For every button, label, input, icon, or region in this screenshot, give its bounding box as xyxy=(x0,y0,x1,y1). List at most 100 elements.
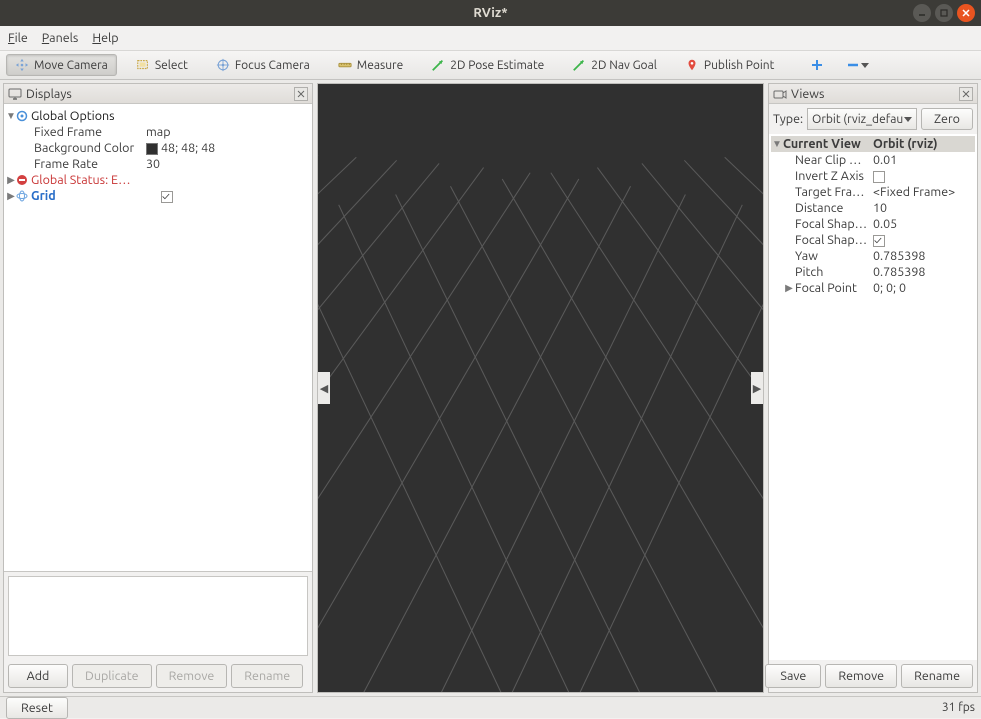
type-select[interactable]: Orbit (rviz_defau xyxy=(807,108,917,130)
views-panel: Views Type: Orbit (rviz_defau Zero ▼ Cur… xyxy=(768,83,978,693)
invert-z-label[interactable]: Invert Z Axis xyxy=(795,168,871,184)
tree-global-status[interactable]: Global Status: E… xyxy=(31,172,159,188)
pitch-value[interactable]: 0.785398 xyxy=(871,264,975,280)
chevron-down-icon xyxy=(861,60,869,70)
tree-grid[interactable]: Grid xyxy=(31,188,159,204)
yaw-label[interactable]: Yaw xyxy=(795,248,871,264)
views-panel-title[interactable]: Views xyxy=(769,84,977,104)
fps-indicator: 31 fps xyxy=(942,701,975,714)
focal-shape-fixed-label[interactable]: Focal Shap… xyxy=(795,232,871,248)
focal-point-label[interactable]: Focal Point xyxy=(795,280,871,296)
expand-arrow-icon[interactable]: ▶ xyxy=(783,280,795,296)
viewport-nav-right[interactable]: ▶ xyxy=(751,372,763,404)
displays-panel-title[interactable]: Displays xyxy=(4,84,312,104)
grid-checkbox[interactable] xyxy=(161,191,173,203)
tree-fixed-frame-value[interactable]: map xyxy=(144,124,310,140)
rename-button: Rename xyxy=(231,664,303,688)
color-swatch xyxy=(146,143,158,155)
tool-measure[interactable]: Measure xyxy=(329,54,412,76)
tool-add-button[interactable] xyxy=(804,56,830,74)
tool-move-camera[interactable]: Move Camera xyxy=(6,54,117,76)
tool-publish-point[interactable]: Publish Point xyxy=(676,54,783,76)
current-view-value[interactable]: Orbit (rviz) xyxy=(871,136,975,152)
window-minimize-button[interactable] xyxy=(913,4,931,22)
viewport-panel: ◀ ▶ xyxy=(317,83,764,693)
window-title: RViz* xyxy=(473,6,507,20)
window-maximize-button[interactable] xyxy=(935,4,953,22)
publish-point-icon xyxy=(685,58,699,72)
menu-bar: File Panels Help xyxy=(0,26,981,50)
yaw-value[interactable]: 0.785398 xyxy=(871,248,975,264)
maximize-icon xyxy=(939,8,949,18)
duplicate-button: Duplicate xyxy=(72,664,152,688)
chevron-right-icon: ▶ xyxy=(753,382,761,395)
distance-label[interactable]: Distance xyxy=(795,200,871,216)
expand-arrow-icon[interactable]: ▶ xyxy=(6,188,16,204)
pitch-label[interactable]: Pitch xyxy=(795,264,871,280)
views-remove-button[interactable]: Remove xyxy=(825,664,897,688)
grid-icon xyxy=(16,190,28,202)
views-save-button[interactable]: Save xyxy=(765,664,821,688)
viewport-nav-left[interactable]: ◀ xyxy=(318,372,330,404)
tree-frame-rate-value[interactable]: 30 xyxy=(144,156,310,172)
expand-arrow-icon[interactable]: ▼ xyxy=(6,108,16,124)
tree-background-value[interactable]: 48; 48; 48 xyxy=(144,140,310,156)
current-view-label[interactable]: Current View xyxy=(783,136,871,152)
tool-remove-button[interactable] xyxy=(840,58,875,72)
focal-shape-size-label[interactable]: Focal Shap… xyxy=(795,216,871,232)
invert-z-checkbox[interactable] xyxy=(873,171,885,183)
grid-render xyxy=(318,84,763,692)
expand-arrow-icon[interactable]: ▼ xyxy=(771,136,783,152)
3d-viewport[interactable] xyxy=(318,84,763,692)
menu-panels[interactable]: Panels xyxy=(42,31,79,45)
tool-select[interactable]: Select xyxy=(127,54,197,76)
target-frame-label[interactable]: Target Fra… xyxy=(795,184,871,200)
status-bar: Reset 31 fps xyxy=(0,696,981,718)
near-clip-label[interactable]: Near Clip … xyxy=(795,152,871,168)
chevron-down-icon xyxy=(904,115,912,123)
tree-global-options[interactable]: Global Options xyxy=(31,108,159,124)
expand-arrow-icon[interactable]: ▶ xyxy=(6,172,16,188)
focal-point-value[interactable]: 0; 0; 0 xyxy=(871,280,975,296)
displays-tree[interactable]: ▼ Global Options Fixed Frame map Backgro… xyxy=(4,104,312,572)
close-icon xyxy=(961,8,971,18)
type-label: Type: xyxy=(773,112,803,126)
minimize-icon xyxy=(917,8,927,18)
reset-button[interactable]: Reset xyxy=(6,697,68,719)
displays-panel: Displays ▼ Global Options Fixed Frame ma… xyxy=(3,83,313,693)
tree-background-label[interactable]: Background Color xyxy=(34,140,144,156)
menu-help[interactable]: Help xyxy=(92,31,118,45)
menu-file[interactable]: File xyxy=(8,31,28,45)
pose-estimate-icon xyxy=(431,58,445,72)
focal-shape-size-value[interactable]: 0.05 xyxy=(871,216,975,232)
chevron-left-icon: ◀ xyxy=(320,382,328,395)
add-button[interactable]: Add xyxy=(8,664,68,688)
monitor-icon xyxy=(8,87,22,101)
tool-2d-nav-goal[interactable]: 2D Nav Goal xyxy=(563,54,666,76)
window-close-button[interactable] xyxy=(957,4,975,22)
remove-button: Remove xyxy=(156,664,228,688)
distance-value[interactable]: 10 xyxy=(871,200,975,216)
focal-shape-fixed-checkbox[interactable] xyxy=(873,235,885,247)
tool-focus-camera[interactable]: Focus Camera xyxy=(207,54,319,76)
tree-fixed-frame-label[interactable]: Fixed Frame xyxy=(34,124,144,140)
views-tree[interactable]: ▼ Current View Orbit (rviz) Near Clip … … xyxy=(769,134,977,660)
measure-icon xyxy=(338,58,352,72)
tree-frame-rate-label[interactable]: Frame Rate xyxy=(34,156,144,172)
views-panel-close[interactable] xyxy=(959,87,973,101)
move-camera-icon xyxy=(15,58,29,72)
target-frame-value[interactable]: <Fixed Frame> xyxy=(871,184,975,200)
nav-goal-icon xyxy=(572,58,586,72)
window-titlebar: RViz* xyxy=(0,0,981,26)
camera-icon xyxy=(773,87,787,101)
displays-panel-close[interactable] xyxy=(294,87,308,101)
select-icon xyxy=(136,58,150,72)
views-rename-button[interactable]: Rename xyxy=(901,664,973,688)
focus-camera-icon xyxy=(216,58,230,72)
close-icon xyxy=(297,90,305,98)
tool-2d-pose-estimate[interactable]: 2D Pose Estimate xyxy=(422,54,553,76)
near-clip-value[interactable]: 0.01 xyxy=(871,152,975,168)
toolbar-separator xyxy=(793,54,794,76)
zero-button[interactable]: Zero xyxy=(921,108,973,130)
error-icon xyxy=(16,174,28,186)
